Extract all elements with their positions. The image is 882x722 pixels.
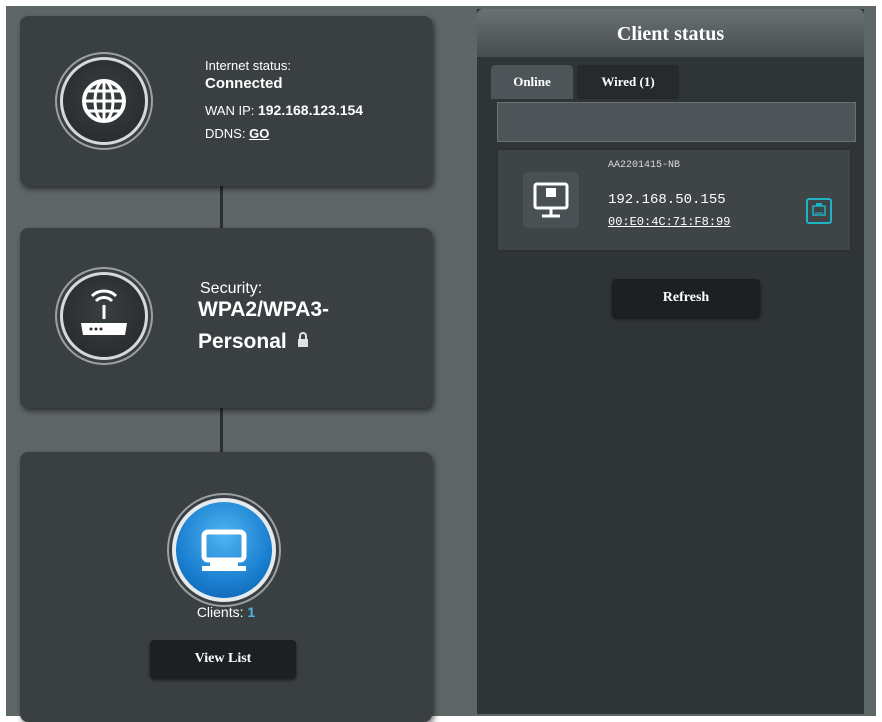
ethernet-icon bbox=[806, 198, 832, 224]
router-security-card[interactable]: Security: WPA2/WPA3- Personal bbox=[20, 228, 432, 408]
connector-line bbox=[220, 408, 223, 452]
ddns-label: DDNS: bbox=[205, 126, 246, 141]
internet-status-card[interactable]: Internet status: Connected WAN IP: 192.1… bbox=[20, 16, 432, 186]
internet-status-value: Connected bbox=[205, 75, 283, 92]
refresh-button[interactable]: Refresh bbox=[612, 279, 760, 317]
ddns-go-link[interactable]: GO bbox=[249, 126, 269, 141]
client-list-item[interactable]: AA2201415-NB 192.168.50.155 00:E0:4C:71:… bbox=[497, 149, 851, 251]
connector-line bbox=[220, 186, 223, 228]
security-value-line2: Personal bbox=[198, 330, 309, 354]
tab-wired[interactable]: Wired (1) bbox=[577, 65, 679, 99]
device-ip: 192.168.50.155 bbox=[608, 192, 726, 208]
internet-status-label: Internet status: bbox=[205, 58, 291, 73]
security-label: Security: bbox=[200, 280, 263, 297]
wan-ip-row: WAN IP: 192.168.123.154 bbox=[205, 102, 363, 118]
tab-online[interactable]: Online bbox=[491, 65, 573, 99]
device-name: AA2201415-NB bbox=[608, 160, 681, 171]
wan-ip-label: WAN IP: bbox=[205, 103, 255, 118]
clients-count: 1 bbox=[247, 604, 256, 620]
clients-label: Clients: bbox=[196, 604, 244, 620]
clients-count-row: Clients: 1 bbox=[20, 604, 432, 620]
lock-icon bbox=[297, 330, 309, 354]
client-status-title: Client status bbox=[477, 9, 864, 57]
ddns-row: DDNS: GO bbox=[205, 126, 269, 141]
device-icon bbox=[523, 172, 579, 228]
view-list-button[interactable]: View List bbox=[150, 640, 296, 678]
device-mac[interactable]: 00:E0:4C:71:F8:99 bbox=[608, 215, 730, 229]
search-bar[interactable] bbox=[497, 102, 856, 142]
globe-icon bbox=[60, 57, 148, 145]
router-icon bbox=[60, 272, 148, 360]
wan-ip-value: 192.168.123.154 bbox=[257, 102, 364, 118]
computer-icon bbox=[172, 498, 276, 602]
client-status-panel: Client status Online Wired (1) AA2201415… bbox=[477, 9, 864, 714]
security-value: WPA2/WPA3- bbox=[198, 298, 330, 321]
clients-card[interactable]: Clients: 1 View List bbox=[20, 452, 432, 722]
